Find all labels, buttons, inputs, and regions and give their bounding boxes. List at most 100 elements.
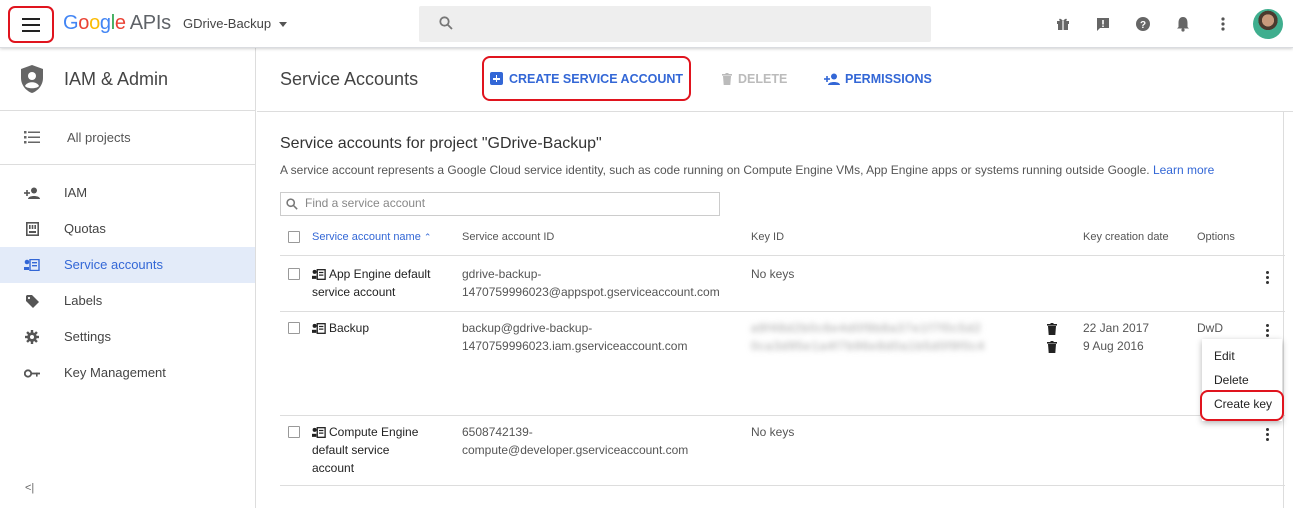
key-id-redacted: a9f48d2b0c6e4d0f9b8a37e1f7f0c5d2 0ca3d95e…: [751, 319, 985, 355]
create-service-account-button[interactable]: CREATE SERVICE ACCOUNT: [482, 56, 691, 101]
key-id: No keys: [751, 425, 795, 439]
logo-letter: e: [114, 12, 126, 34]
service-account-name: Compute Engine default service account: [312, 423, 418, 477]
gift-icon[interactable]: [1053, 14, 1073, 34]
logo-letter: o: [78, 12, 90, 34]
sidebar-title: IAM & Admin: [64, 69, 169, 89]
delete-button[interactable]: DELETE: [722, 72, 787, 86]
row-options-button[interactable]: [1266, 271, 1270, 284]
trash-icon: [722, 73, 732, 85]
delete-key-icon[interactable]: [1047, 323, 1057, 335]
sidebar-item-label: IAM: [64, 185, 88, 200]
person-add-icon: [824, 73, 840, 85]
service-account-id: gdrive-backup- 1470759996023@appspot.gser…: [462, 265, 720, 301]
label-icon: [24, 294, 40, 308]
description-text: A service account represents a Google Cl…: [280, 163, 1150, 177]
logo-letter: g: [99, 12, 111, 34]
key-id: No keys: [751, 267, 795, 281]
sidebar-item-labels[interactable]: Labels: [0, 283, 255, 319]
sidebar-item-quotas[interactable]: Quotas: [0, 211, 255, 247]
key-date: 22 Jan 2017: [1083, 321, 1150, 335]
service-account-id: backup@gdrive-backup- 1470759996023.iam.g…: [462, 319, 687, 355]
id-line: compute@developer.gserviceaccount.com: [462, 443, 689, 457]
service-account-icon: [24, 258, 40, 272]
hamburger-icon: [22, 17, 40, 32]
learn-more-link[interactable]: Learn more: [1153, 163, 1214, 177]
scrollbar-track[interactable]: [1283, 112, 1284, 508]
name-line: account: [312, 461, 355, 475]
search-icon: [286, 198, 298, 210]
sidebar-item-iam[interactable]: IAM: [0, 175, 255, 211]
gear-icon: [24, 330, 40, 344]
table-row: App Engine default service account gdrive…: [280, 256, 1285, 312]
key-icon: [24, 366, 40, 380]
name-line: default service: [312, 443, 390, 457]
svg-text:?: ?: [1140, 20, 1146, 31]
delete-button-label: DELETE: [738, 72, 788, 86]
row-options-button[interactable]: [1266, 324, 1270, 337]
column-header-id: Service account ID: [462, 231, 555, 243]
delete-key-icon[interactable]: [1047, 341, 1057, 353]
service-account-filter[interactable]: [280, 192, 720, 216]
key-creation-dates: 22 Jan 2017 9 Aug 2016: [1083, 319, 1149, 355]
table-row: Compute Engine default service account 650…: [280, 416, 1285, 486]
create-key-highlight: [1200, 390, 1284, 421]
project-name: GDrive-Backup: [183, 16, 272, 31]
shield-icon: [21, 65, 43, 93]
row-checkbox[interactable]: [288, 426, 300, 438]
service-account-name: App Engine default service account: [312, 265, 430, 301]
sidebar-item-label: Labels: [64, 293, 103, 308]
service-account-id: 6508742139- compute@developer.gserviceacc…: [462, 423, 688, 459]
sidebar-item-label: Settings: [64, 329, 111, 344]
help-icon[interactable]: ?: [1133, 14, 1153, 34]
sidebar: IAM & Admin All projects IAM Quotas Serv…: [0, 48, 256, 508]
main-content: Service Accounts CREATE SERVICE ACCOUNT …: [257, 48, 1293, 508]
id-line: backup@gdrive-backup-: [462, 321, 593, 335]
search-input[interactable]: [305, 196, 705, 210]
id-line: gdrive-backup-: [462, 267, 542, 281]
page-toolbar: Service Accounts CREATE SERVICE ACCOUNT …: [257, 48, 1293, 112]
select-all-checkbox[interactable]: [288, 231, 300, 243]
column-header-key-id: Key ID: [751, 231, 785, 243]
google-apis-logo[interactable]: Google APIs: [63, 12, 171, 35]
sidebar-item-key-management[interactable]: Key Management: [0, 355, 255, 391]
sidebar-item-label: Quotas: [64, 221, 106, 236]
permissions-button[interactable]: PERMISSIONS: [824, 72, 932, 86]
sidebar-nav: IAM Quotas Service accounts Labels Setti…: [0, 165, 255, 391]
row-checkbox[interactable]: [288, 268, 300, 280]
key-id-line: 0ca3d95e1a4f7b96e8d0a1b5d0f9f0c4: [751, 339, 986, 353]
sidebar-item-settings[interactable]: Settings: [0, 319, 255, 355]
all-projects-link[interactable]: All projects: [0, 111, 255, 165]
menu-item-edit[interactable]: Edit: [1214, 349, 1235, 363]
search-bar[interactable]: [419, 6, 931, 42]
sort-ascending-icon: ⌃: [423, 232, 432, 242]
table-row: Backup backup@gdrive-backup- 147075999602…: [280, 312, 1285, 416]
name-line: App Engine default: [329, 267, 431, 281]
sidebar-item-service-accounts[interactable]: Service accounts: [0, 247, 255, 283]
collapse-sidebar-button[interactable]: <|: [25, 482, 34, 494]
page-title: Service Accounts: [280, 69, 419, 89]
all-projects-label: All projects: [67, 130, 131, 145]
logo-letter: G: [63, 12, 79, 34]
sidebar-header: IAM & Admin: [0, 48, 255, 111]
menu-item-delete[interactable]: Delete: [1214, 373, 1249, 387]
avatar[interactable]: [1253, 9, 1283, 39]
menu-button[interactable]: [8, 6, 54, 43]
quota-icon: [24, 222, 40, 236]
column-header-name[interactable]: Service account name ⌃: [312, 231, 431, 243]
feedback-icon[interactable]: [1093, 14, 1113, 34]
service-accounts-table: Service account name ⌃ Service account I…: [280, 230, 1285, 486]
more-vert-icon[interactable]: [1213, 14, 1233, 34]
key-date: 9 Aug 2016: [1083, 339, 1144, 353]
notifications-icon[interactable]: [1173, 14, 1193, 34]
id-line: 6508742139-: [462, 425, 533, 439]
name-line: service account: [312, 285, 396, 299]
project-selector[interactable]: GDrive-Backup: [183, 16, 288, 31]
column-header-key-date: Key creation date: [1083, 231, 1169, 243]
row-options-button[interactable]: [1266, 428, 1270, 441]
service-account-icon: [312, 427, 326, 438]
name-line: Backup: [329, 321, 370, 335]
logo-letter: o: [89, 12, 100, 34]
top-app-bar: Google APIs GDrive-Backup ?: [0, 0, 1293, 48]
row-checkbox[interactable]: [288, 322, 300, 334]
